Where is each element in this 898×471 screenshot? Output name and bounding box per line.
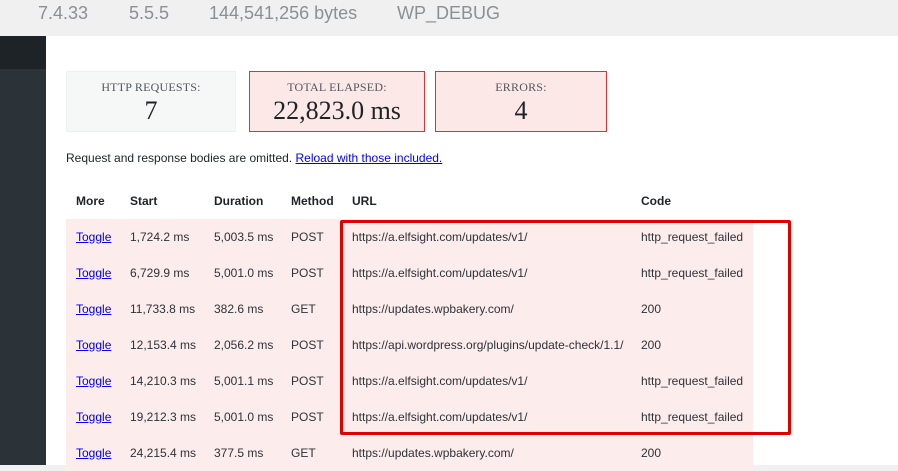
cell-url: https://a.elfsight.com/updates/v1/ <box>342 219 631 255</box>
col-header-start: Start <box>120 183 204 219</box>
cell-start: 6,729.9 ms <box>120 255 204 291</box>
table-row: Toggle 19,212.3 ms 5,001.0 ms POST https… <box>66 399 753 435</box>
toggle-link[interactable]: Toggle <box>76 446 111 460</box>
sidebar-active-item[interactable] <box>0 36 46 69</box>
toggle-link[interactable]: Toggle <box>76 266 111 280</box>
cell-duration: 5,001.1 ms <box>204 363 281 399</box>
col-header-duration: Duration <box>204 183 281 219</box>
php-version: 7.4.33 <box>38 3 89 23</box>
cell-code: http_request_failed <box>631 255 753 291</box>
col-header-url: URL <box>342 183 631 219</box>
errors-box: ERRORS: 4 <box>435 71 607 132</box>
toggle-link[interactable]: Toggle <box>76 338 111 352</box>
errors-label: ERRORS: <box>495 80 547 94</box>
table-row: Toggle 12,153.4 ms 2,056.2 ms POST https… <box>66 327 753 363</box>
table-row: Toggle 24,215.4 ms 377.5 ms GET https://… <box>66 435 753 471</box>
toggle-link[interactable]: Toggle <box>76 302 111 316</box>
cell-method: POST <box>281 327 342 363</box>
total-elapsed-value: 22,823.0 ms <box>273 96 401 125</box>
cell-duration: 2,056.2 ms <box>204 327 281 363</box>
cell-duration: 377.5 ms <box>204 435 281 471</box>
errors-value: 4 <box>514 96 528 125</box>
table-row: Toggle 11,733.8 ms 382.6 ms GET https://… <box>66 291 753 327</box>
cell-start: 11,733.8 ms <box>120 291 204 327</box>
cell-start: 12,153.4 ms <box>120 327 204 363</box>
omitted-notice: Request and response bodies are omitted.… <box>66 151 442 165</box>
memory-usage: 144,541,256 bytes <box>209 3 358 23</box>
cell-url: https://updates.wpbakery.com/ <box>342 291 631 327</box>
toggle-link[interactable]: Toggle <box>76 230 111 244</box>
cell-method: GET <box>281 435 342 471</box>
cell-start: 14,210.3 ms <box>120 363 204 399</box>
wp-version: 5.5.5 <box>129 3 170 23</box>
http-requests-box: HTTP REQUESTS: 7 <box>66 71 236 132</box>
table-header-row: More Start Duration Method URL Code <box>66 183 753 219</box>
cell-start: 19,212.3 ms <box>120 399 204 435</box>
cell-code: http_request_failed <box>631 363 753 399</box>
toggle-link[interactable]: Toggle <box>76 410 111 424</box>
reload-with-bodies-link[interactable]: Reload with those included. <box>296 151 443 165</box>
cell-method: POST <box>281 255 342 291</box>
admin-sidebar <box>0 36 46 465</box>
cell-code: http_request_failed <box>631 219 753 255</box>
cell-code: 200 <box>631 327 753 363</box>
col-header-method: Method <box>281 183 342 219</box>
debug-flag: WP_DEBUG <box>397 3 501 23</box>
cell-start: 1,724.2 ms <box>120 219 204 255</box>
cell-url: https://api.wordpress.org/plugins/update… <box>342 327 631 363</box>
cell-method: POST <box>281 399 342 435</box>
toggle-link[interactable]: Toggle <box>76 374 111 388</box>
table-row: Toggle 14,210.3 ms 5,001.1 ms POST https… <box>66 363 753 399</box>
cell-code: 200 <box>631 291 753 327</box>
cell-url: https://updates.wpbakery.com/ <box>342 435 631 471</box>
environment-bar: 7.4.33 5.5.5 144,541,256 bytes WP_DEBUG <box>0 0 898 36</box>
cell-url: https://a.elfsight.com/updates/v1/ <box>342 363 631 399</box>
cell-code: http_request_failed <box>631 399 753 435</box>
http-requests-table: More Start Duration Method URL Code Togg… <box>66 183 753 471</box>
http-requests-label: HTTP REQUESTS: <box>101 80 201 94</box>
table-row: Toggle 6,729.9 ms 5,001.0 ms POST https:… <box>66 255 753 291</box>
cell-url: https://a.elfsight.com/updates/v1/ <box>342 255 631 291</box>
main-panel: HTTP REQUESTS: 7 TOTAL ELAPSED: 22,823.0… <box>46 36 898 471</box>
cell-start: 24,215.4 ms <box>120 435 204 471</box>
cell-url: https://a.elfsight.com/updates/v1/ <box>342 399 631 435</box>
col-header-more: More <box>66 183 120 219</box>
table-row: Toggle 1,724.2 ms 5,003.5 ms POST https:… <box>66 219 753 255</box>
col-header-code: Code <box>631 183 753 219</box>
omitted-notice-text: Request and response bodies are omitted. <box>66 151 293 165</box>
cell-method: POST <box>281 363 342 399</box>
total-elapsed-box: TOTAL ELAPSED: 22,823.0 ms <box>249 71 425 132</box>
cell-duration: 382.6 ms <box>204 291 281 327</box>
cell-duration: 5,003.5 ms <box>204 219 281 255</box>
http-requests-value: 7 <box>144 96 158 125</box>
cell-method: POST <box>281 219 342 255</box>
cell-code: 200 <box>631 435 753 471</box>
cell-duration: 5,001.0 ms <box>204 255 281 291</box>
cell-duration: 5,001.0 ms <box>204 399 281 435</box>
cell-method: GET <box>281 291 342 327</box>
total-elapsed-label: TOTAL ELAPSED: <box>287 80 387 94</box>
